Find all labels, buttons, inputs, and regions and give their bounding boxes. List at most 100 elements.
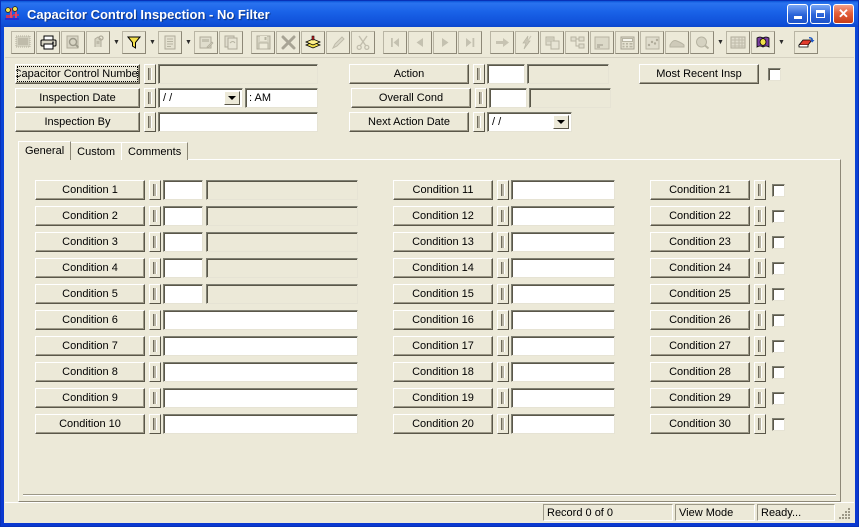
condition-12-nav[interactable] bbox=[497, 206, 509, 226]
tab-comments[interactable]: Comments bbox=[121, 142, 189, 160]
cut-icon[interactable] bbox=[351, 31, 375, 54]
inspection-date-nav[interactable] bbox=[144, 88, 156, 108]
condition-29-nav[interactable] bbox=[754, 388, 766, 408]
condition-21-button[interactable]: Condition 21 bbox=[650, 180, 750, 200]
capacitor-control-number-nav[interactable] bbox=[144, 64, 156, 84]
condition-1-button[interactable]: Condition 1 bbox=[35, 180, 145, 200]
condition-23-nav[interactable] bbox=[754, 232, 766, 252]
save-icon[interactable] bbox=[251, 31, 275, 54]
condition-12-button[interactable]: Condition 12 bbox=[393, 206, 493, 226]
tab-general[interactable]: General bbox=[18, 141, 72, 160]
condition-1-nav[interactable] bbox=[149, 180, 161, 200]
condition-30-checkbox[interactable] bbox=[772, 417, 785, 431]
lookup-dropdown-arrow-icon[interactable]: ▼ bbox=[715, 31, 726, 54]
condition-3-code-field[interactable] bbox=[163, 232, 203, 252]
condition-10-nav[interactable] bbox=[149, 414, 161, 434]
hierarchy-icon[interactable] bbox=[565, 31, 589, 54]
condition-16-button[interactable]: Condition 16 bbox=[393, 310, 493, 330]
notes-icon[interactable] bbox=[590, 31, 614, 54]
condition-11-button[interactable]: Condition 11 bbox=[393, 180, 493, 200]
condition-23-button[interactable]: Condition 23 bbox=[650, 232, 750, 252]
condition-5-button[interactable]: Condition 5 bbox=[35, 284, 145, 304]
previous-record-icon[interactable] bbox=[408, 31, 432, 54]
condition-14-nav[interactable] bbox=[497, 258, 509, 278]
new-record-icon[interactable] bbox=[158, 31, 182, 54]
condition-22-checkbox[interactable] bbox=[772, 209, 785, 223]
condition-7-button[interactable]: Condition 7 bbox=[35, 336, 145, 356]
stack-icon[interactable] bbox=[301, 31, 325, 54]
condition-26-checkbox[interactable] bbox=[772, 313, 785, 327]
duplicate-record-icon[interactable] bbox=[219, 31, 243, 54]
capacitor-app-icon[interactable] bbox=[4, 5, 22, 23]
capacitor-control-number-field[interactable] bbox=[158, 64, 318, 84]
condition-18-nav[interactable] bbox=[497, 362, 509, 382]
overall-cond-code-field[interactable] bbox=[489, 88, 527, 108]
condition-25-button[interactable]: Condition 25 bbox=[650, 284, 750, 304]
next-record-icon[interactable] bbox=[433, 31, 457, 54]
first-record-icon[interactable] bbox=[383, 31, 407, 54]
condition-4-description-field[interactable] bbox=[206, 258, 358, 278]
overall-cond-nav[interactable] bbox=[475, 88, 487, 108]
condition-22-button[interactable]: Condition 22 bbox=[650, 206, 750, 226]
condition-20-field[interactable] bbox=[511, 414, 615, 434]
find-icon[interactable] bbox=[86, 31, 110, 54]
condition-13-button[interactable]: Condition 13 bbox=[393, 232, 493, 252]
condition-17-field[interactable] bbox=[511, 336, 615, 356]
condition-14-button[interactable]: Condition 14 bbox=[393, 258, 493, 278]
inspection-by-field[interactable] bbox=[158, 112, 318, 132]
lightning-icon[interactable] bbox=[515, 31, 539, 54]
print-icon[interactable] bbox=[36, 31, 60, 54]
condition-26-nav[interactable] bbox=[754, 310, 766, 330]
inspection-time-field[interactable]: : AM bbox=[245, 88, 318, 108]
condition-19-nav[interactable] bbox=[497, 388, 509, 408]
next-action-date-button[interactable]: Next Action Date bbox=[349, 112, 469, 132]
print-preview-icon[interactable] bbox=[61, 31, 85, 54]
delete-icon[interactable] bbox=[276, 31, 300, 54]
condition-20-button[interactable]: Condition 20 bbox=[393, 414, 493, 434]
export-icon[interactable] bbox=[794, 31, 818, 54]
condition-4-button[interactable]: Condition 4 bbox=[35, 258, 145, 278]
condition-29-button[interactable]: Condition 29 bbox=[650, 388, 750, 408]
condition-15-nav[interactable] bbox=[497, 284, 509, 304]
condition-9-field[interactable] bbox=[163, 388, 358, 408]
map-icon[interactable] bbox=[665, 31, 689, 54]
condition-19-field[interactable] bbox=[511, 388, 615, 408]
condition-27-checkbox[interactable] bbox=[772, 339, 785, 353]
condition-16-field[interactable] bbox=[511, 310, 615, 330]
grid-icon[interactable] bbox=[726, 31, 750, 54]
design-view-icon[interactable] bbox=[11, 31, 35, 54]
condition-3-description-field[interactable] bbox=[206, 232, 358, 252]
condition-17-nav[interactable] bbox=[497, 336, 509, 356]
next-action-date-field[interactable]: / / bbox=[487, 112, 572, 132]
maximize-button[interactable] bbox=[810, 4, 831, 24]
condition-6-nav[interactable] bbox=[149, 310, 161, 330]
filter-dropdown-arrow-icon[interactable]: ▼ bbox=[147, 31, 158, 54]
condition-28-checkbox[interactable] bbox=[772, 365, 785, 379]
condition-9-nav[interactable] bbox=[149, 388, 161, 408]
condition-8-button[interactable]: Condition 8 bbox=[35, 362, 145, 382]
condition-8-field[interactable] bbox=[163, 362, 358, 382]
pencil-icon[interactable] bbox=[326, 31, 350, 54]
condition-14-field[interactable] bbox=[511, 258, 615, 278]
go-to-icon[interactable] bbox=[490, 31, 514, 54]
condition-12-field[interactable] bbox=[511, 206, 615, 226]
inspection-by-button[interactable]: Inspection By bbox=[15, 112, 140, 132]
condition-18-button[interactable]: Condition 18 bbox=[393, 362, 493, 382]
condition-13-field[interactable] bbox=[511, 232, 615, 252]
condition-4-nav[interactable] bbox=[149, 258, 161, 278]
condition-28-nav[interactable] bbox=[754, 362, 766, 382]
inspection-date-field[interactable]: / / bbox=[158, 88, 243, 108]
condition-9-button[interactable]: Condition 9 bbox=[35, 388, 145, 408]
condition-18-field[interactable] bbox=[511, 362, 615, 382]
condition-10-field[interactable] bbox=[163, 414, 358, 434]
action-nav[interactable] bbox=[473, 64, 485, 84]
inspection-date-dropdown-icon[interactable] bbox=[224, 91, 240, 105]
condition-29-checkbox[interactable] bbox=[772, 391, 785, 405]
condition-8-nav[interactable] bbox=[149, 362, 161, 382]
calculator-icon[interactable] bbox=[615, 31, 639, 54]
condition-15-field[interactable] bbox=[511, 284, 615, 304]
overall-cond-button[interactable]: Overall Cond bbox=[351, 88, 471, 108]
close-button[interactable]: ✕ bbox=[833, 4, 854, 24]
condition-19-button[interactable]: Condition 19 bbox=[393, 388, 493, 408]
condition-16-nav[interactable] bbox=[497, 310, 509, 330]
